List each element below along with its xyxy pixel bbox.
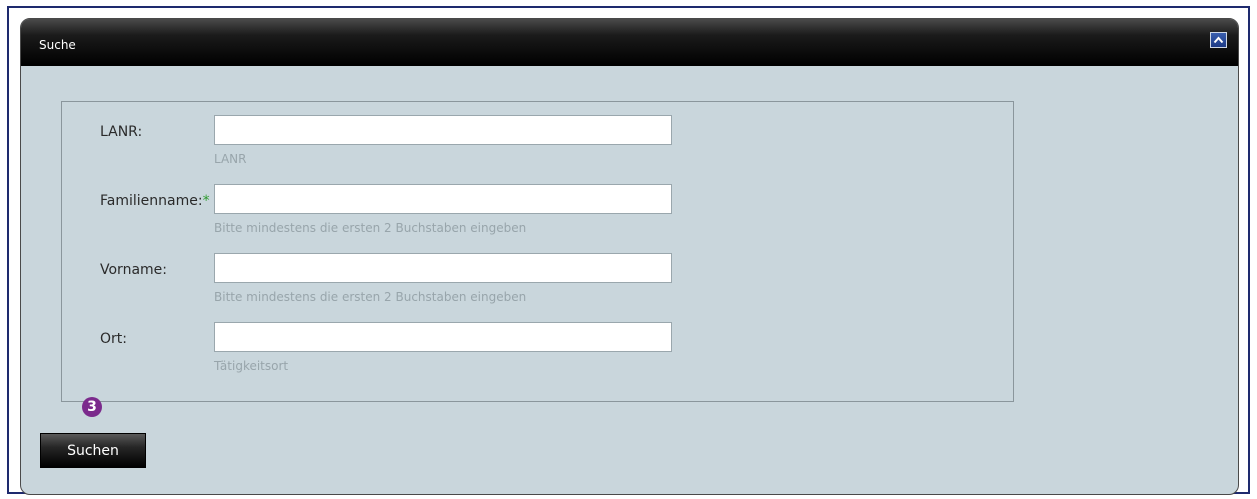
familienname-label: Familienname:* <box>100 193 210 209</box>
step-number-badge: 3 <box>82 397 102 417</box>
lanr-hint: LANR <box>214 152 247 166</box>
search-panel: Suche LANR: LANR Familienname:* Bitte mi… <box>20 18 1239 495</box>
lanr-label: LANR: <box>100 124 143 140</box>
search-fieldset: LANR: LANR Familienname:* Bitte mindeste… <box>61 101 1014 402</box>
ort-input[interactable] <box>214 322 672 352</box>
panel-header: Suche <box>21 19 1238 66</box>
collapse-button[interactable] <box>1210 32 1227 48</box>
required-marker: * <box>202 193 210 209</box>
chevron-up-icon <box>1213 36 1224 44</box>
familienname-input[interactable] <box>214 184 672 214</box>
search-button[interactable]: Suchen <box>40 433 146 468</box>
vorname-label: Vorname: <box>100 262 167 278</box>
lanr-input[interactable] <box>214 115 672 145</box>
vorname-hint: Bitte mindestens die ersten 2 Buchstaben… <box>214 290 527 304</box>
ort-label: Ort: <box>100 331 127 347</box>
vorname-input[interactable] <box>214 253 672 283</box>
panel-title: Suche <box>39 38 76 52</box>
ort-hint: Tätigkeitsort <box>214 359 289 373</box>
familienname-label-text: Familienname: <box>100 193 203 209</box>
familienname-hint: Bitte mindestens die ersten 2 Buchstaben… <box>214 221 527 235</box>
